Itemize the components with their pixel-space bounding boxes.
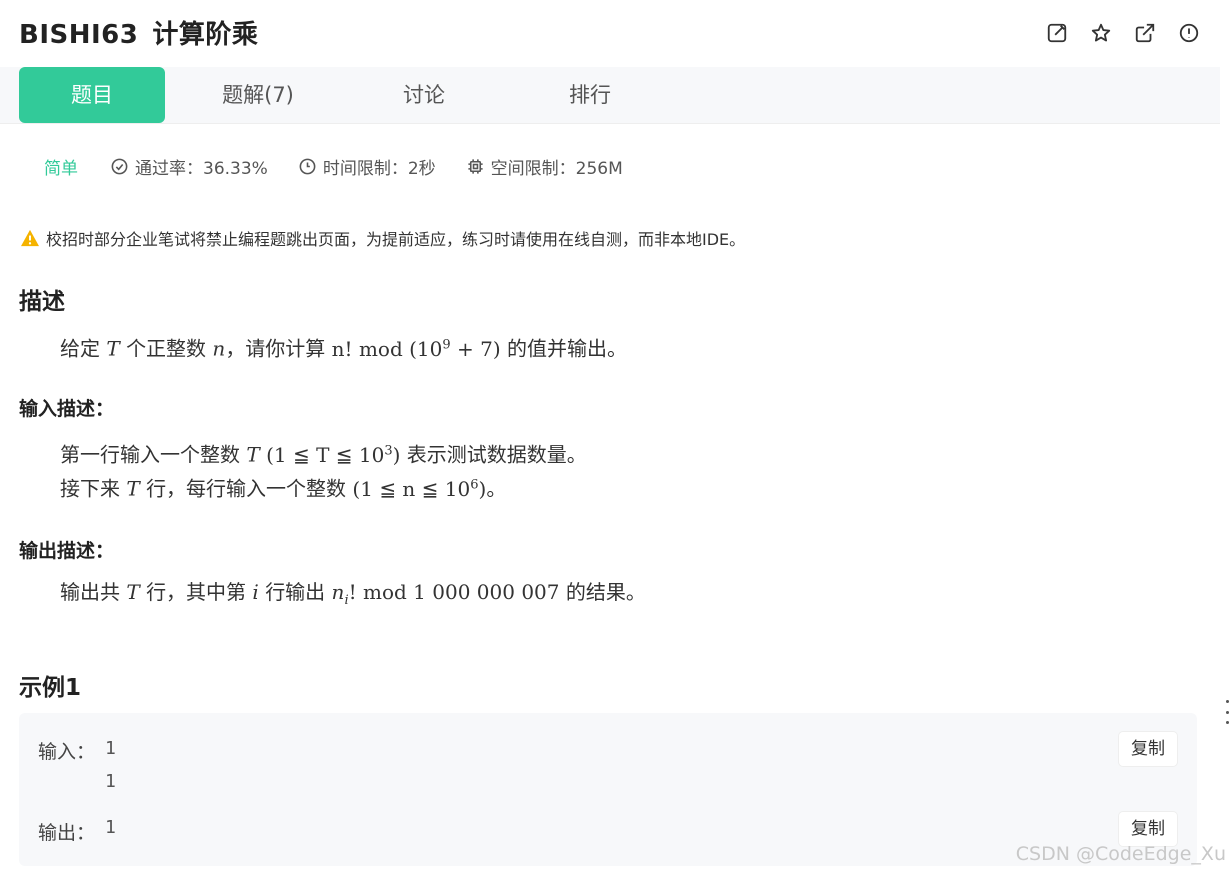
example-input-line: 1: [105, 771, 116, 792]
math-range: 1 ≦ n ≦ 10: [360, 476, 471, 501]
math-i: i: [252, 580, 259, 604]
tab-discussion[interactable]: 讨论: [351, 67, 497, 123]
math-exp: 3: [384, 443, 393, 458]
time-limit-text: 时间限制：2秒: [322, 159, 436, 179]
watermark: CSDN @CodeEdge_Xu: [1015, 843, 1226, 865]
math-output-mod: ni! mod 1 000 000 007: [331, 580, 560, 608]
output-part: 输出共: [60, 580, 120, 604]
desc-part: 给定: [60, 336, 100, 361]
math-factorial-mod: n! mod (109 + 7): [332, 337, 501, 361]
example-output-label: 输出：: [38, 822, 96, 844]
input-part: 行，每行输入一个整数: [146, 476, 347, 501]
tab-ranking[interactable]: 排行: [517, 67, 663, 123]
info-icon[interactable]: [1176, 20, 1202, 46]
example-output-value: 1: [105, 817, 116, 838]
input-part: 接下来: [60, 476, 120, 501]
input-line-1: 第一行输入一个整数 T (1 ≦ T ≦ 103) 表示测试数据数量。: [60, 434, 587, 472]
external-link-icon[interactable]: [1132, 20, 1158, 46]
copy-input-button[interactable]: 复制: [1119, 732, 1177, 766]
math-n: n: [331, 580, 345, 604]
warning-icon: [21, 229, 39, 247]
math-exp: 6: [470, 477, 479, 492]
desc-part: 的值并输出。: [507, 336, 628, 361]
edit-icon[interactable]: [1044, 20, 1070, 46]
desc-part: 个正整数: [126, 336, 207, 361]
output-part: 行输出: [265, 580, 326, 604]
page-title: BISHI63 计算阶乘: [19, 14, 258, 51]
pass-rate-text: 通过率：36.33%: [135, 159, 268, 179]
math-mod: ! mod 1 000 000 007: [348, 580, 560, 604]
tab-bar: 题目 题解(7) 讨论 排行: [0, 67, 1220, 124]
input-line-2: 接下来 T 行，每行输入一个整数 (1 ≦ n ≦ 106)。: [60, 468, 506, 506]
tab-solutions[interactable]: 题解(7): [185, 67, 331, 123]
ide-warning: 校招时部分企业笔试将禁止编程题跳出页面，为提前适应，练习时请使用在线自测，而非本…: [20, 226, 745, 250]
math-T: T: [106, 336, 120, 361]
description-text: 给定 T 个正整数 n，请你计算 n! mod (109 + 7) 的值并输出。: [60, 328, 627, 366]
check-circle-icon: [111, 158, 128, 175]
example-input-label: 输入：: [38, 741, 96, 763]
input-heading: 输入描述：: [19, 398, 115, 420]
desc-part: ，请你计算: [225, 336, 326, 361]
example-heading: 示例1: [19, 675, 82, 701]
output-part: 行，其中第: [146, 580, 247, 604]
difficulty-badge: 简单: [44, 159, 78, 179]
math-plus: + 7): [450, 336, 501, 361]
time-limit: 时间限制：2秒: [298, 154, 436, 179]
output-heading: 输出描述：: [19, 540, 115, 562]
description-heading: 描述: [19, 289, 65, 315]
panel-resize-handle[interactable]: [1226, 700, 1230, 724]
header-actions: [1044, 20, 1202, 46]
math-n-range: (1 ≦ n ≦ 106): [352, 476, 487, 501]
input-part: 。: [486, 476, 507, 501]
math-T: T: [126, 476, 140, 501]
math-T: T: [126, 580, 140, 604]
copy-output-button[interactable]: 复制: [1119, 812, 1177, 846]
math-n: n: [212, 336, 226, 361]
tab-problem[interactable]: 题目: [19, 67, 165, 123]
output-line: 输出共 T 行，其中第 i 行输出 ni! mod 1 000 000 007 …: [60, 575, 646, 618]
problem-code: BISHI63: [19, 20, 139, 50]
example-input-line: 1: [105, 738, 116, 759]
clock-icon: [299, 158, 316, 175]
math-exp: 9: [442, 337, 451, 352]
pass-rate: 通过率：36.33%: [110, 154, 268, 179]
problem-name: 计算阶乘: [152, 20, 259, 50]
math-t-range: (1 ≦ T ≦ 103): [266, 442, 401, 467]
problem-header: BISHI63 计算阶乘: [0, 0, 1232, 67]
math-fact: n! mod (10: [331, 336, 443, 361]
chip-icon: [468, 159, 483, 174]
example-input-value: 1 1: [105, 732, 116, 798]
input-part: 第一行输入一个整数: [60, 442, 240, 467]
star-icon[interactable]: [1088, 20, 1114, 46]
warning-text: 校招时部分企业笔试将禁止编程题跳出页面，为提前适应，练习时请使用在线自测，而非本…: [46, 230, 746, 249]
math-range: 1 ≦ T ≦ 10: [273, 442, 385, 467]
input-part: 表示测试数据数量。: [406, 442, 587, 467]
math-T: T: [246, 442, 260, 467]
output-part: 的结果。: [565, 580, 646, 604]
space-limit-text: 空间限制：256M: [490, 159, 623, 179]
problem-meta: 简单 通过率：36.33% 时间限制：2秒 空间限制：256M: [44, 154, 653, 179]
space-limit: 空间限制：256M: [466, 154, 623, 179]
